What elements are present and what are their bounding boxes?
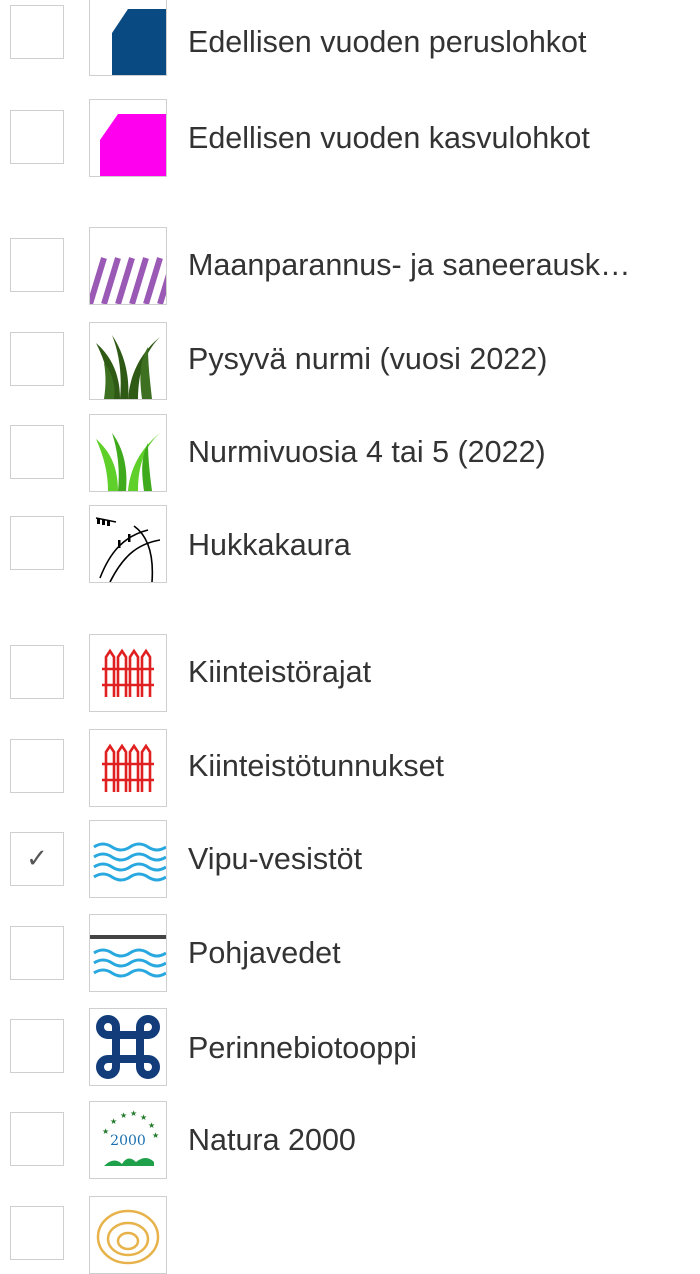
layer-checkbox[interactable] bbox=[10, 332, 64, 386]
svg-text:★: ★ bbox=[102, 1127, 109, 1136]
layer-checkbox[interactable] bbox=[10, 425, 64, 479]
layer-label: Kiinteistötunnukset bbox=[188, 749, 445, 783]
layer-checkbox[interactable] bbox=[10, 645, 64, 699]
svg-text:★: ★ bbox=[152, 1131, 159, 1140]
layer-checkbox[interactable] bbox=[10, 516, 64, 570]
layer-checkbox[interactable] bbox=[10, 1206, 64, 1260]
layer-row-edellisen-vuoden-peruslohkot[interactable]: Edellisen vuoden peruslohkot bbox=[0, 0, 700, 80]
layer-row-hukkakaura[interactable]: Hukkakaura bbox=[0, 503, 700, 583]
layer-label: Vipu-vesistöt bbox=[188, 842, 363, 876]
block-magenta-icon bbox=[89, 99, 167, 177]
layer-row-pysyva-nurmi[interactable]: Pysyvä nurmi (vuosi 2022) bbox=[0, 320, 700, 400]
layer-row-perinnebiotooppi[interactable]: Perinnebiotooppi bbox=[0, 1007, 700, 1087]
layer-label: Hukkakaura bbox=[188, 528, 351, 562]
layer-label: Maanparannus- ja saneerausk… bbox=[188, 248, 631, 282]
red-fence-icon bbox=[89, 729, 167, 807]
layer-row-edellisen-vuoden-kasvulohkot[interactable]: Edellisen vuoden kasvulohkot bbox=[0, 97, 700, 177]
command-symbol-icon bbox=[89, 1008, 167, 1086]
natura-logo-text: 2000 bbox=[110, 1133, 146, 1149]
layer-label: Edellisen vuoden kasvulohkot bbox=[188, 121, 590, 155]
contour-lines-icon bbox=[89, 1196, 167, 1274]
layer-row-vipu-vesistot[interactable]: ✓ Vipu-vesistöt bbox=[0, 820, 700, 900]
layer-row-maanparannus[interactable]: Maanparannus- ja saneerausk… bbox=[0, 225, 700, 305]
water-waves-icon bbox=[89, 820, 167, 898]
svg-text:★: ★ bbox=[148, 1121, 155, 1130]
svg-text:★: ★ bbox=[140, 1113, 147, 1122]
layer-checkbox-checked[interactable]: ✓ bbox=[10, 832, 64, 886]
wild-oat-icon bbox=[89, 505, 167, 583]
layer-checkbox[interactable] bbox=[10, 5, 64, 59]
light-grass-icon bbox=[89, 414, 167, 492]
svg-text:★: ★ bbox=[120, 1111, 127, 1120]
layer-checkbox[interactable] bbox=[10, 926, 64, 980]
layer-row-pohjavedet[interactable]: Pohjavedet bbox=[0, 914, 700, 994]
layer-label: Kiinteistörajat bbox=[188, 655, 372, 689]
layer-label: Edellisen vuoden peruslohkot bbox=[188, 25, 587, 59]
svg-text:★: ★ bbox=[130, 1109, 137, 1118]
layer-checkbox[interactable] bbox=[10, 739, 64, 793]
layer-label: Perinnebiotooppi bbox=[188, 1031, 417, 1065]
layer-row-natura-2000[interactable]: ★ ★ ★ ★ ★ ★ ★ 2000 Natura 2000 bbox=[0, 1098, 700, 1179]
layer-checkbox[interactable] bbox=[10, 238, 64, 292]
layer-label: Nurmivuosia 4 tai 5 (2022) bbox=[188, 435, 546, 469]
layer-checkbox[interactable] bbox=[10, 1112, 64, 1166]
layer-row-kiinteistotunnukset[interactable]: Kiinteistötunnukset bbox=[0, 727, 700, 807]
layer-row-kiinteistorajat[interactable]: Kiinteistörajat bbox=[0, 632, 700, 712]
purple-hatch-icon bbox=[89, 227, 167, 305]
layer-label: Pysyvä nurmi (vuosi 2022) bbox=[188, 342, 548, 376]
layer-row-nurmivuosia[interactable]: Nurmivuosia 4 tai 5 (2022) bbox=[0, 412, 700, 492]
block-dark-blue-icon bbox=[89, 0, 167, 76]
svg-text:★: ★ bbox=[110, 1117, 117, 1126]
layer-label: Natura 2000 bbox=[188, 1123, 356, 1157]
red-fence-icon bbox=[89, 634, 167, 712]
layer-row-contour[interactable] bbox=[0, 1192, 700, 1274]
layer-label: Pohjavedet bbox=[188, 936, 341, 970]
groundwater-icon bbox=[89, 914, 167, 992]
natura-2000-icon: ★ ★ ★ ★ ★ ★ ★ 2000 bbox=[89, 1101, 167, 1179]
layer-checkbox[interactable] bbox=[10, 110, 64, 164]
check-icon: ✓ bbox=[26, 844, 48, 874]
layer-checkbox[interactable] bbox=[10, 1019, 64, 1073]
dark-grass-icon bbox=[89, 322, 167, 400]
